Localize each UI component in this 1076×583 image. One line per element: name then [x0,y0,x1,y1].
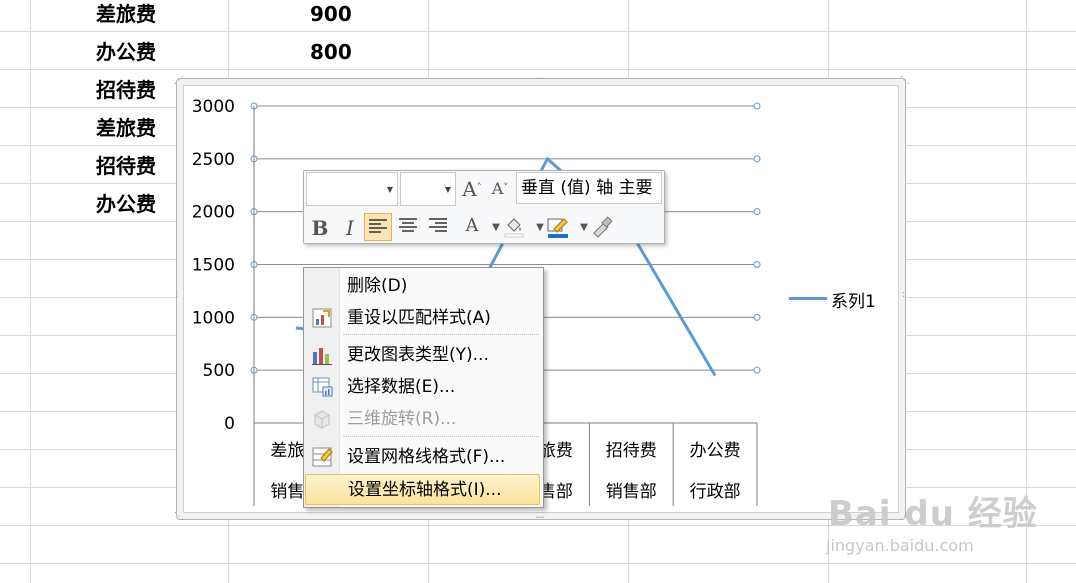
align-left-icon [369,219,387,233]
align-left-button[interactable] [364,213,392,241]
x-tick-group-label: 销售部 [606,482,657,502]
format-painter-icon [593,216,613,238]
shrink-font-icon[interactable]: A˅ [486,175,514,203]
gridline-selection-handle [753,366,761,374]
menu-item-label: 选择数据(E)... [347,377,456,397]
menu-item-reset-style[interactable]: 重设以匹配样式(A) [305,303,540,333]
gridline-format-icon [312,447,333,467]
menu-item-select-data[interactable]: 选择数据(E)... [305,372,540,402]
legend-series-swatch[interactable] [789,297,827,300]
menu-item-label: 更改图表类型(Y)... [347,345,489,365]
gridline-selection-handle [753,208,761,216]
y-tick-label: 2000 [192,203,235,223]
align-center-button[interactable] [394,213,422,241]
watermark-url: jingyan.baidu.com [826,536,974,555]
menu-item-change-chart-type[interactable]: 更改图表类型(Y)... [305,340,540,370]
x-tick-label: 招待费 [606,441,657,461]
menu-separator [343,436,539,437]
menu-item-3d-rotation[interactable]: 三维旋转(R)... [305,404,540,434]
3d-rotate-icon [314,410,330,429]
menu-item-format-axis[interactable]: 设置坐标轴格式(I)... [305,474,540,505]
align-right-button[interactable] [424,213,452,241]
grow-font-icon[interactable]: A˄ [458,175,486,203]
gridline-selection-handle [753,155,761,163]
shape-outline-button[interactable] [544,213,572,241]
reset-style-icon [312,308,332,328]
y-tick-label: 500 [203,361,235,381]
x-tick-group-label: 行政部 [690,482,741,502]
y-tick-label: 3000 [192,97,235,117]
y-tick-label: 2500 [192,150,235,170]
chart-type-icon [312,348,332,365]
chart-element-value: 垂直 (值) 轴 主要 [521,178,653,198]
gridline-selection-handle [753,313,761,321]
legend-series-label[interactable]: 系列1 [831,287,876,312]
y-tick-label: 1000 [192,308,235,328]
select-data-icon [312,377,333,397]
format-painter-button[interactable] [588,213,616,241]
font-name-combo[interactable]: ▼ [306,172,398,206]
menu-item-label: 三维旋转(R)... [347,409,457,429]
menu-separator [343,334,539,335]
menu-item-label: 设置网格线格式(F)... [347,447,506,467]
gridline-selection-handle [753,102,761,110]
menu-item-delete[interactable]: 删除(D) [305,271,540,301]
align-center-icon [399,218,417,232]
chevron-down-icon: ▼ [444,185,451,194]
gridline-selection-handle [753,261,761,268]
y-tick-label: 1500 [192,256,235,276]
menu-item-label: 删除(D) [347,276,408,296]
menu-item-format-gridlines[interactable]: 设置网格线格式(F)... [305,442,540,472]
menu-item-label: 重设以匹配样式(A) [347,308,491,328]
bold-button[interactable]: B [306,214,334,242]
pencil-icon [547,218,568,238]
shape-fill-button[interactable] [500,213,528,241]
chevron-down-icon: ▼ [386,185,393,194]
align-right-icon [429,218,447,232]
x-tick-label: 办公费 [690,441,741,461]
menu-item-label: 设置坐标轴格式(I)... [348,480,502,500]
italic-button[interactable]: I [336,214,364,242]
chart-element-selector[interactable]: 垂直 (值) 轴 主要 [516,172,662,204]
font-size-combo[interactable]: ▼ [400,172,456,206]
y-tick-label: 0 [224,414,235,434]
paint-bucket-icon [504,218,524,238]
baidu-jingyan-watermark: Bai du 经验 [828,494,1038,534]
